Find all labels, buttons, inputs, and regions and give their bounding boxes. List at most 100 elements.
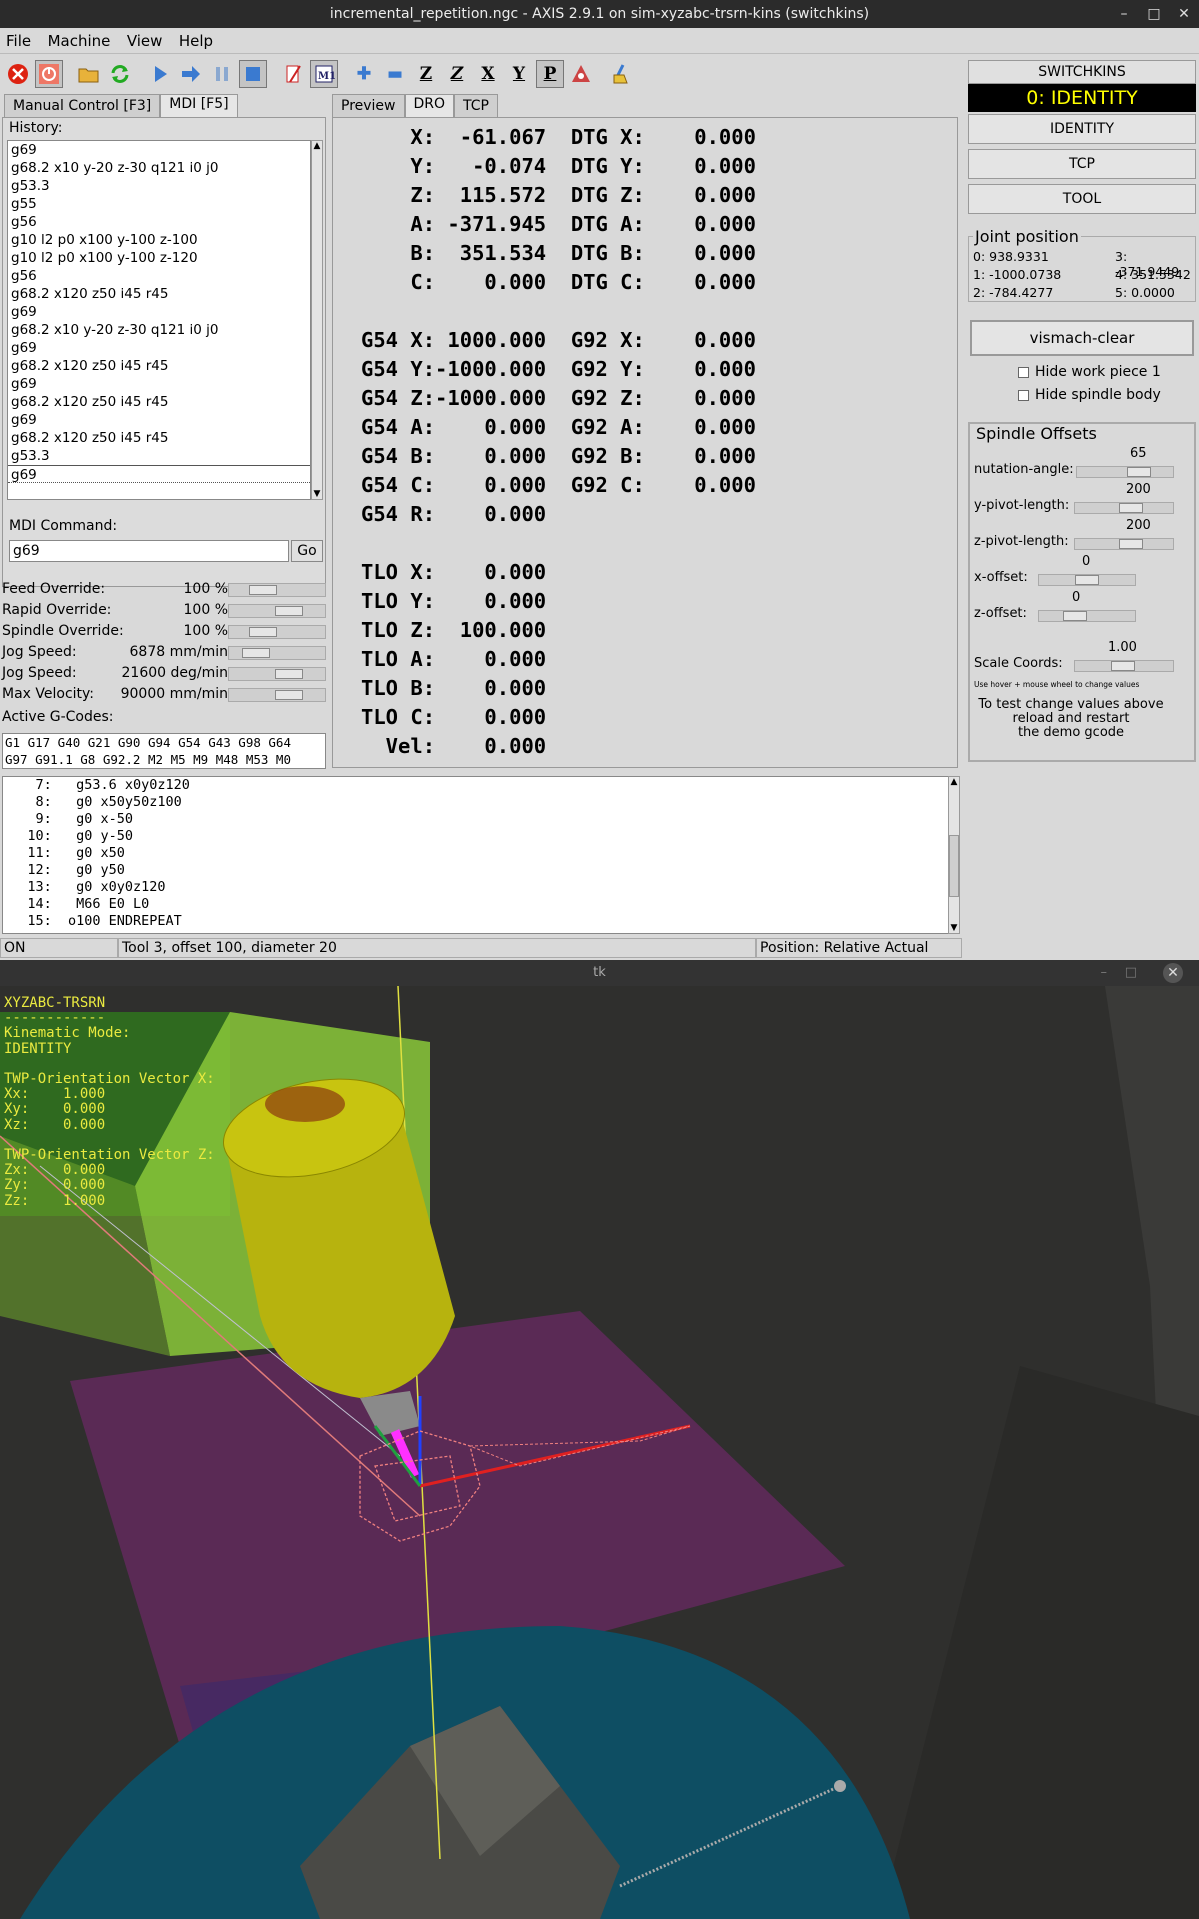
gcode-scroll-thumb[interactable] — [949, 835, 959, 897]
estop-icon[interactable] — [4, 60, 32, 88]
identity-button[interactable]: IDENTITY — [968, 114, 1196, 144]
tool-button[interactable]: TOOL — [968, 184, 1196, 214]
gcode-line[interactable]: 13: g0 x0y0z120 — [3, 879, 949, 896]
history-item[interactable]: g53.3 — [8, 177, 310, 195]
override-slider[interactable] — [228, 583, 326, 597]
history-item[interactable]: g69 — [8, 375, 310, 393]
history-item[interactable]: g69 — [8, 141, 310, 159]
history-list[interactable]: g69 g68.2 x10 y-20 z-30 q121 i0 j0 g53.3 g5… — [7, 140, 311, 500]
pause-icon[interactable] — [208, 60, 236, 88]
status-bar: ON Tool 3, offset 100, diameter 20 Posit… — [0, 936, 962, 958]
override-slider[interactable] — [228, 646, 326, 660]
vismach-clear-button[interactable]: vismach-clear — [970, 320, 1194, 356]
tk-maximize-icon[interactable]: □ — [1125, 960, 1137, 986]
tab-manual-control[interactable]: Manual Control [F3] — [4, 94, 161, 118]
menu-machine[interactable]: Machine — [42, 28, 117, 50]
override-slider-thumb[interactable] — [242, 648, 270, 658]
menu-view[interactable]: View — [121, 28, 169, 50]
menu-help[interactable]: Help — [173, 28, 219, 50]
view-z-icon[interactable]: Z — [412, 60, 440, 88]
close-icon[interactable]: ✕ — [1169, 0, 1199, 28]
z-offset-slider[interactable] — [1038, 610, 1136, 622]
history-item[interactable]: g69 — [8, 465, 310, 483]
tab-preview[interactable]: Preview — [332, 94, 405, 118]
override-name: Feed Override: — [2, 581, 106, 597]
run-icon[interactable] — [146, 60, 174, 88]
history-scrollbar[interactable]: ▲ ▼ — [311, 140, 323, 500]
menu-file[interactable]: File — [0, 28, 37, 50]
history-item[interactable]: g68.2 x120 z50 i45 r45 — [8, 393, 310, 411]
y-pivot-length-slider[interactable] — [1074, 502, 1174, 514]
view-y-icon[interactable]: Y — [505, 60, 533, 88]
tab-dro[interactable]: DRO — [404, 94, 455, 118]
gcode-line[interactable]: 9: g0 x-50 — [3, 811, 949, 828]
history-item[interactable]: g69 — [8, 339, 310, 357]
gcode-line[interactable]: 8: g0 x50y50z100 — [3, 794, 949, 811]
x-offset-slider[interactable] — [1038, 574, 1136, 586]
reload-icon[interactable] — [106, 60, 134, 88]
history-item[interactable]: g69 — [8, 303, 310, 321]
gcode-line[interactable]: 15: o100 ENDREPEAT — [3, 913, 949, 930]
gcode-line[interactable]: 14: M66 E0 L0 — [3, 896, 949, 913]
history-item[interactable]: g55 — [8, 195, 310, 213]
history-item[interactable]: g68.2 x10 y-20 z-30 q121 i0 j0 — [8, 321, 310, 339]
history-item[interactable]: g53.3 — [8, 447, 310, 465]
go-button[interactable]: Go — [291, 540, 323, 562]
override-slider-thumb[interactable] — [275, 690, 303, 700]
history-item[interactable]: g68.2 x10 y-20 z-30 q121 i0 j0 — [8, 159, 310, 177]
maximize-icon[interactable]: □ — [1139, 0, 1169, 28]
gcode-scrollbar[interactable]: ▲ ▼ — [948, 776, 960, 934]
stop-icon[interactable] — [239, 60, 267, 88]
open-file-icon[interactable] — [75, 60, 103, 88]
step-icon[interactable] — [177, 60, 205, 88]
view-p-icon[interactable]: P — [536, 60, 564, 88]
hide-workpiece-checkbox[interactable]: Hide work piece 1 — [1018, 364, 1161, 380]
gcode-line[interactable]: 12: g0 y50 — [3, 862, 949, 879]
history-item[interactable]: g69 — [8, 411, 310, 429]
optional-stop-icon[interactable]: M1 — [310, 60, 338, 88]
scale-coords-slider[interactable] — [1074, 660, 1174, 672]
block-delete-icon[interactable] — [279, 60, 307, 88]
history-item[interactable]: g56 — [8, 267, 310, 285]
override-slider-thumb[interactable] — [275, 669, 303, 679]
gcode-scroll-up-icon[interactable]: ▲ — [949, 777, 959, 787]
override-slider-thumb[interactable] — [249, 627, 277, 637]
scale-coords-value: 1.00 — [1108, 640, 1137, 655]
scroll-down-icon[interactable]: ▼ — [312, 489, 322, 499]
zoom-out-icon[interactable]: ▬ — [381, 60, 409, 88]
gcode-line[interactable]: 10: g0 y-50 — [3, 828, 949, 845]
clear-plot-icon[interactable] — [607, 60, 635, 88]
override-slider[interactable] — [228, 688, 326, 702]
view-z2-icon[interactable]: Z — [443, 60, 471, 88]
zoom-in-icon[interactable]: ✚ — [350, 60, 378, 88]
history-item[interactable]: g10 l2 p0 x100 y-100 z-100 — [8, 231, 310, 249]
tk-minimize-icon[interactable]: – — [1101, 960, 1108, 986]
z-pivot-length-slider[interactable] — [1074, 538, 1174, 550]
override-slider[interactable] — [228, 604, 326, 618]
history-item[interactable]: g68.2 x120 z50 i45 r45 — [8, 357, 310, 375]
override-slider[interactable] — [228, 625, 326, 639]
override-slider-thumb[interactable] — [275, 606, 303, 616]
override-slider[interactable] — [228, 667, 326, 681]
hide-spindle-checkbox[interactable]: Hide spindle body — [1018, 387, 1161, 403]
rotate-view-icon[interactable] — [567, 60, 595, 88]
override-slider-thumb[interactable] — [249, 585, 277, 595]
gcode-line[interactable]: 11: g0 x50 — [3, 845, 949, 862]
mdi-command-input[interactable] — [9, 540, 289, 562]
tab-mdi[interactable]: MDI [F5] — [160, 94, 238, 118]
tab-tcp[interactable]: TCP — [454, 94, 498, 118]
nutation-angle-slider[interactable] — [1076, 466, 1174, 478]
history-item[interactable]: g56 — [8, 213, 310, 231]
minimize-icon[interactable]: – — [1109, 0, 1139, 28]
tcp-button[interactable]: TCP — [968, 149, 1196, 179]
scroll-up-icon[interactable]: ▲ — [312, 141, 322, 151]
view-x-icon[interactable]: X — [474, 60, 502, 88]
tk-close-icon[interactable]: ✕ — [1163, 963, 1183, 983]
gcode-line[interactable]: 7: g53.6 x0y0z120 — [3, 777, 949, 794]
power-icon[interactable] — [35, 60, 63, 88]
history-item[interactable]: g10 l2 p0 x100 y-100 z-120 — [8, 249, 310, 267]
history-item[interactable]: g68.2 x120 z50 i45 r45 — [8, 429, 310, 447]
history-item[interactable]: g68.2 x120 z50 i45 r45 — [8, 285, 310, 303]
gcode-listing[interactable]: 7: g53.6 x0y0z120 8: g0 x50y50z100 9: g0… — [2, 776, 950, 934]
gcode-scroll-down-icon[interactable]: ▼ — [949, 923, 959, 933]
